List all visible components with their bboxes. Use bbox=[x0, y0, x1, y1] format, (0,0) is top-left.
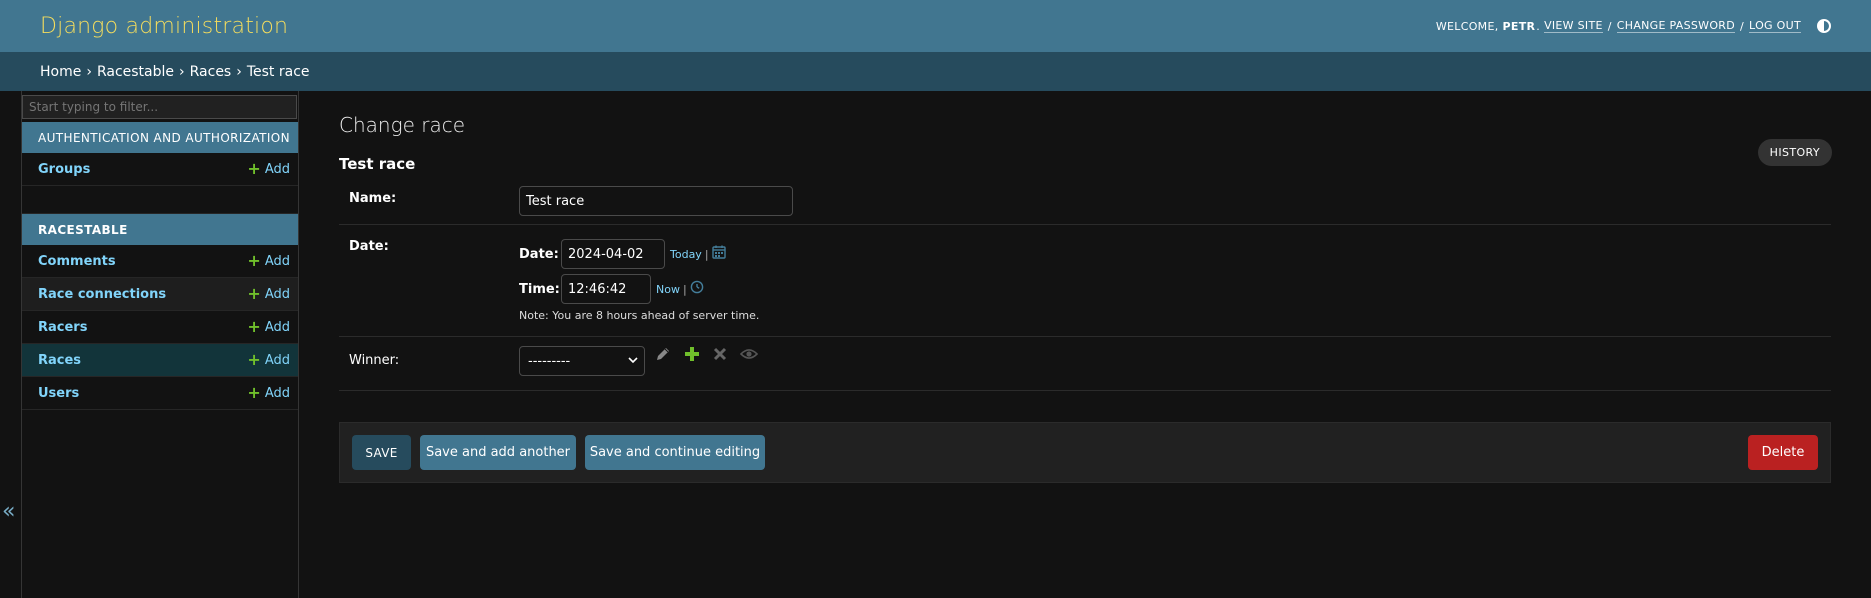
chevron-down-icon bbox=[628, 354, 638, 369]
shortcut-separator: | bbox=[682, 282, 687, 296]
nav-sidebar: AUTHENTICATION AND AUTHORIZATION Groups … bbox=[22, 91, 299, 598]
add-label: Add bbox=[264, 319, 290, 335]
winner-select[interactable]: --------- bbox=[519, 346, 645, 376]
add-link[interactable]: + Add bbox=[247, 286, 290, 302]
calendar-icon[interactable] bbox=[711, 245, 726, 263]
content: Change race HISTORY Test race Name: Test… bbox=[299, 91, 1871, 598]
save-and-continue-button[interactable]: Save and continue editing bbox=[585, 435, 765, 470]
breadcrumb-racestable[interactable]: Racestable bbox=[97, 64, 174, 80]
view-site-link[interactable]: VIEW SITE bbox=[1544, 19, 1603, 33]
sidebar-item-racers: Racers + Add bbox=[22, 311, 298, 344]
shortcut-separator: | bbox=[704, 247, 709, 261]
add-label: Add bbox=[264, 253, 290, 269]
name-input[interactable]: Test race bbox=[519, 186, 793, 216]
module-caption[interactable]: RACESTABLE bbox=[22, 214, 298, 245]
collapse-sidebar-icon[interactable]: « bbox=[2, 499, 15, 524]
breadcrumb-separator: › bbox=[179, 63, 185, 80]
plus-icon: + bbox=[247, 251, 261, 270]
history-button[interactable]: HISTORY bbox=[1757, 139, 1832, 166]
add-link[interactable]: + Add bbox=[247, 352, 290, 368]
model-link[interactable]: Races bbox=[38, 353, 81, 368]
separator: / bbox=[1607, 19, 1612, 33]
add-label: Add bbox=[264, 161, 290, 177]
datetime-group: Date: 2024-04-02 Today | Time: 12:46:42 … bbox=[519, 239, 759, 322]
username: PETR bbox=[1502, 19, 1536, 33]
site-branding[interactable]: Django administration bbox=[40, 14, 288, 39]
breadcrumb-separator: › bbox=[236, 63, 242, 80]
delete-related-icon[interactable] bbox=[713, 347, 727, 365]
field-row-date: Date: Date: 2024-04-02 Today | Time: 12:… bbox=[339, 225, 1831, 337]
page-title: Change race bbox=[339, 113, 466, 137]
nav-collapse-strip: « bbox=[0, 91, 22, 598]
change-password-link[interactable]: CHANGE PASSWORD bbox=[1616, 19, 1736, 33]
time-input[interactable]: 12:46:42 bbox=[561, 274, 651, 304]
plus-icon: + bbox=[247, 383, 261, 402]
date-input[interactable]: 2024-04-02 bbox=[561, 239, 665, 269]
user-tools: WELCOME, PETR. VIEW SITE / CHANGE PASSWO… bbox=[1436, 19, 1831, 33]
add-link[interactable]: + Add bbox=[247, 385, 290, 401]
plus-icon: + bbox=[247, 159, 261, 178]
today-link[interactable]: Today bbox=[670, 248, 702, 261]
add-label: Add bbox=[264, 385, 290, 401]
theme-toggle-icon[interactable] bbox=[1817, 19, 1831, 33]
plus-icon: + bbox=[247, 284, 261, 303]
object-title: Test race bbox=[339, 155, 416, 173]
module-racestable: RACESTABLE Comments + Add Race connection… bbox=[22, 214, 298, 410]
add-label: Add bbox=[264, 286, 290, 302]
field-label: Date: bbox=[349, 239, 389, 254]
add-link[interactable]: + Add bbox=[247, 161, 290, 177]
breadcrumb-separator: › bbox=[86, 63, 92, 80]
model-link[interactable]: Comments bbox=[38, 254, 116, 269]
add-link[interactable]: + Add bbox=[247, 253, 290, 269]
winner-selected: --------- bbox=[528, 353, 571, 369]
main-container: « AUTHENTICATION AND AUTHORIZATION Group… bbox=[0, 91, 1871, 598]
now-link[interactable]: Now bbox=[656, 283, 680, 296]
breadcrumb-home[interactable]: Home bbox=[40, 64, 81, 80]
add-link[interactable]: + Add bbox=[247, 319, 290, 335]
model-link[interactable]: Users bbox=[38, 386, 79, 401]
breadcrumb-current: Test race bbox=[246, 63, 310, 80]
separator: / bbox=[1740, 19, 1745, 33]
field-label: Winner: bbox=[349, 353, 400, 368]
date-label: Date: bbox=[519, 246, 559, 262]
module-caption[interactable]: AUTHENTICATION AND AUTHORIZATION bbox=[22, 122, 298, 153]
submit-row: SAVE Save and add another Save and conti… bbox=[339, 422, 1831, 483]
breadcrumb-races[interactable]: Races bbox=[190, 64, 232, 80]
model-link[interactable]: Race connections bbox=[38, 287, 166, 302]
pencil-icon[interactable] bbox=[655, 346, 671, 366]
sidebar-item-race-connections: Race connections + Add bbox=[22, 278, 298, 311]
plus-icon: + bbox=[247, 350, 261, 369]
time-line: Time: 12:46:42 Now | bbox=[519, 274, 759, 304]
model-link[interactable]: Groups bbox=[38, 162, 90, 177]
delete-button[interactable]: Delete bbox=[1748, 435, 1818, 470]
field-row-winner: Winner: --------- bbox=[339, 337, 1831, 391]
save-button[interactable]: SAVE bbox=[352, 435, 411, 470]
welcome-label: WELCOME, bbox=[1435, 19, 1499, 33]
date-line: Date: 2024-04-02 Today | bbox=[519, 239, 759, 269]
field-label: Name: bbox=[349, 191, 397, 206]
sidebar-item-groups: Groups + Add bbox=[22, 153, 298, 186]
breadcrumb: Home › Racestable › Races › Test race bbox=[0, 52, 1871, 91]
field-row-name: Name: Test race bbox=[339, 177, 1831, 225]
view-related-icon[interactable] bbox=[739, 347, 759, 365]
timezone-note: Note: You are 8 hours ahead of server ti… bbox=[519, 309, 760, 322]
clock-icon[interactable] bbox=[690, 280, 704, 298]
time-label: Time: bbox=[519, 281, 560, 297]
header: Django administration WELCOME, PETR. VIE… bbox=[0, 0, 1871, 52]
nav-filter-input[interactable] bbox=[22, 95, 297, 119]
sidebar-item-races: Races + Add bbox=[22, 344, 298, 377]
sidebar-item-comments: Comments + Add bbox=[22, 245, 298, 278]
add-label: Add bbox=[264, 352, 290, 368]
module-spacer bbox=[22, 186, 298, 214]
log-out-link[interactable]: LOG OUT bbox=[1749, 19, 1801, 33]
module-auth: AUTHENTICATION AND AUTHORIZATION Groups … bbox=[22, 122, 298, 214]
related-widget-icons bbox=[655, 346, 759, 366]
save-and-add-another-button[interactable]: Save and add another bbox=[420, 435, 576, 470]
plus-icon: + bbox=[247, 317, 261, 336]
winner-controls: --------- bbox=[519, 346, 759, 376]
add-related-icon[interactable] bbox=[684, 346, 700, 366]
sidebar-item-users: Users + Add bbox=[22, 377, 298, 410]
model-link[interactable]: Racers bbox=[38, 320, 87, 335]
